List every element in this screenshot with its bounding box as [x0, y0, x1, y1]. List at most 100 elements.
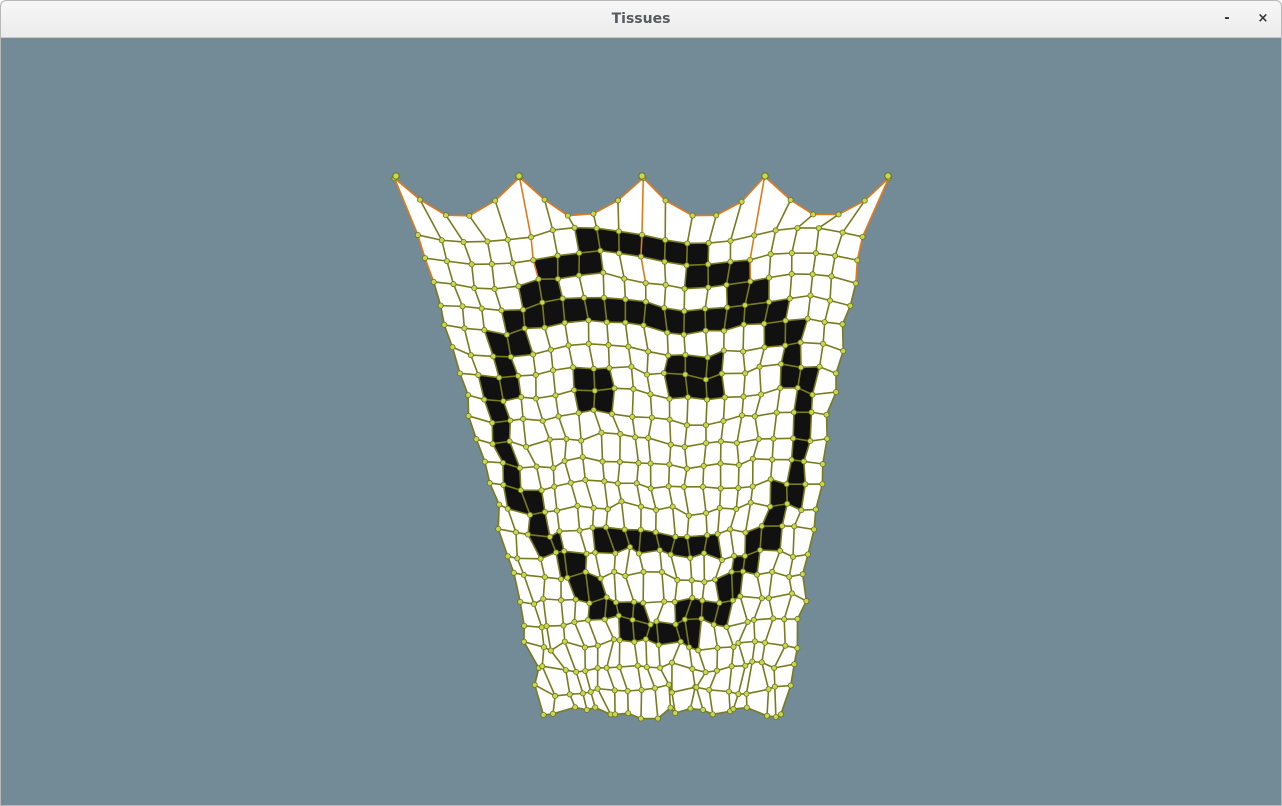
mesh-node [704, 532, 711, 539]
spring [626, 690, 630, 714]
mesh-node [565, 342, 572, 349]
mesh-node [740, 321, 747, 328]
mesh-node [669, 503, 676, 510]
mesh-node [665, 352, 672, 359]
mesh-node [727, 258, 734, 265]
spring [792, 412, 795, 439]
mesh-node [791, 523, 798, 530]
cloth-pattern-cell [557, 253, 580, 279]
mesh-node [840, 348, 847, 355]
mesh-node [635, 550, 642, 557]
simulation-canvas[interactable] [1, 38, 1281, 805]
mesh-node [717, 438, 724, 445]
mesh-node [804, 551, 811, 558]
mesh-node [771, 664, 778, 671]
mesh-node [758, 391, 765, 398]
mesh-node [665, 681, 672, 688]
minimize-button[interactable]: - [1217, 9, 1237, 29]
cloth-pattern-cell [625, 299, 646, 326]
mesh-node [555, 413, 562, 420]
mesh-node [517, 487, 524, 494]
mesh-node [450, 281, 457, 288]
mesh-node [753, 571, 760, 578]
mesh-node [553, 549, 560, 556]
mesh-node [504, 236, 511, 243]
mesh-node [739, 568, 746, 575]
mesh-node [667, 704, 674, 711]
mesh-node [547, 346, 554, 353]
mesh-node [747, 256, 754, 263]
spring [825, 414, 828, 439]
title-bar[interactable]: Tissues - × [1, 1, 1281, 38]
mesh-node [520, 306, 527, 313]
mesh-node [621, 526, 628, 533]
mesh-node [572, 596, 579, 603]
mesh-node [603, 664, 610, 671]
mesh-node [556, 528, 563, 535]
mesh-node [777, 385, 784, 392]
mesh-node [724, 304, 731, 311]
mesh-node [714, 644, 721, 651]
mesh-node [520, 571, 527, 578]
cloth-mesh[interactable] [1, 38, 1281, 805]
mesh-node [549, 227, 556, 234]
spring [445, 214, 470, 217]
mesh-node [683, 262, 690, 269]
mesh-node [540, 595, 547, 602]
mesh-node [625, 343, 632, 350]
mesh-node [546, 533, 553, 540]
spring [753, 619, 756, 642]
mesh-node [603, 319, 610, 326]
spring [725, 284, 729, 308]
mesh-node [714, 531, 721, 538]
cloth-pattern-cell [760, 525, 783, 551]
mesh-node [832, 252, 839, 259]
spring [640, 234, 643, 257]
mesh-node [523, 443, 530, 450]
mesh-node [530, 351, 537, 358]
mesh-node [821, 319, 828, 326]
mesh-node [782, 317, 789, 324]
mesh-node [728, 663, 735, 670]
mesh-node [514, 555, 521, 562]
mesh-node [566, 691, 573, 698]
close-button[interactable]: × [1253, 9, 1273, 29]
mesh-node [655, 641, 662, 648]
mesh-node [582, 568, 589, 575]
mesh-node [820, 340, 827, 347]
mesh-node [500, 459, 507, 466]
mesh-node [512, 529, 519, 536]
mesh-node [658, 569, 665, 576]
mesh-node [699, 597, 706, 604]
mesh-node [603, 594, 610, 601]
mesh-node [465, 392, 472, 399]
spring [574, 389, 595, 392]
mesh-node [437, 302, 444, 309]
mesh-node [685, 512, 692, 519]
mesh-node [484, 238, 491, 245]
mesh-node [558, 597, 565, 604]
mesh-node [582, 477, 589, 484]
mesh-node [606, 364, 613, 371]
mesh-node [599, 458, 606, 465]
spring [562, 296, 585, 300]
mesh-node [531, 601, 538, 608]
mesh-node [597, 247, 604, 254]
mesh-node [530, 257, 537, 264]
mesh-node [630, 598, 637, 605]
mesh-node [847, 302, 854, 309]
mesh-node [704, 396, 711, 403]
mesh-node [489, 440, 496, 447]
mesh-node [515, 283, 522, 290]
mesh-node [495, 525, 502, 532]
mesh-node [532, 371, 539, 378]
mesh-node [723, 623, 730, 630]
mesh-node [761, 320, 768, 327]
spring [645, 639, 648, 668]
spring [783, 619, 787, 646]
mesh-node [701, 578, 708, 585]
mesh-node [702, 422, 709, 429]
mesh-node [518, 394, 525, 401]
mesh-node [723, 281, 730, 288]
mesh-node [839, 229, 846, 236]
